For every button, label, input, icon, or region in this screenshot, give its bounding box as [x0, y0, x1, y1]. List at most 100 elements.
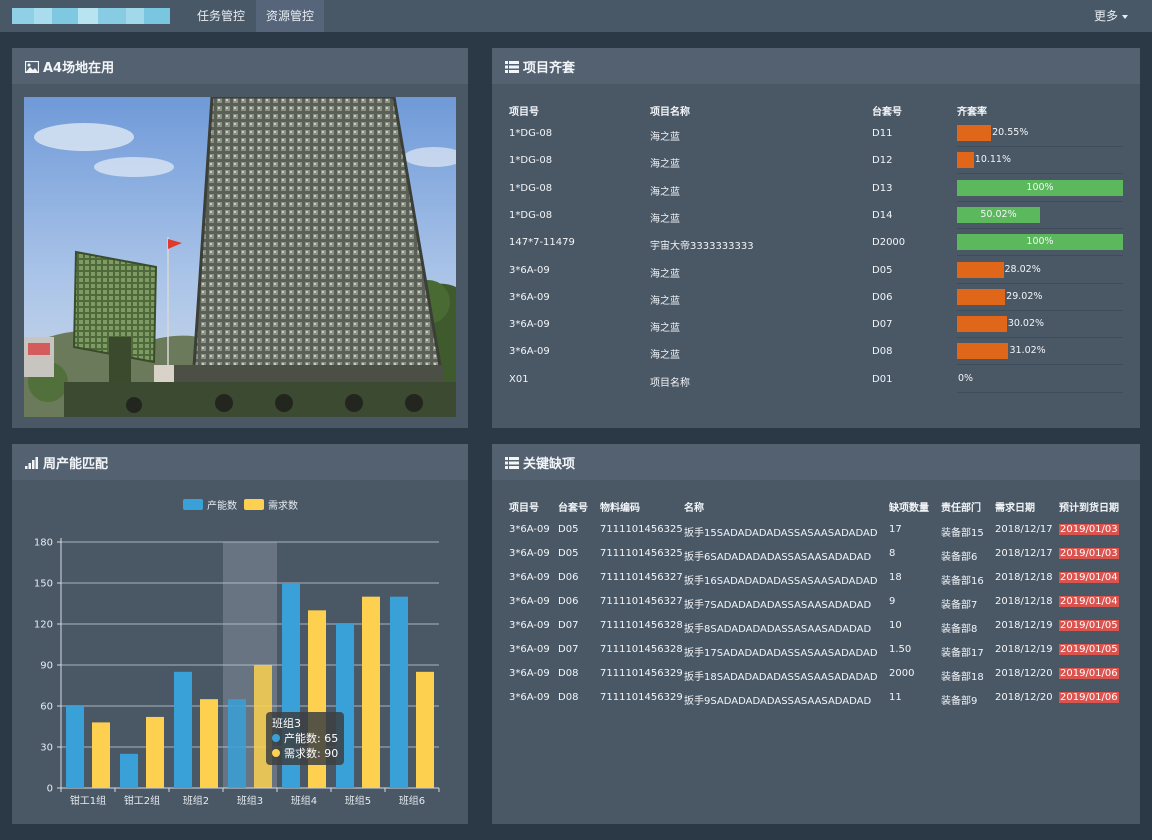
shortage-cell: 装备部17: [941, 648, 984, 659]
shortage-cell: 2018/12/17: [995, 548, 1053, 559]
kitting-rate-label: 100%: [1026, 236, 1054, 248]
shortage-cell: D07: [558, 644, 579, 655]
shortage-panel: 关键缺项 项目号 台套号 物料编码 名称 缺项数量 责任部门 需求日期 预计到货日期 3*6A-…: [492, 444, 1140, 824]
shortage-cell: 10: [889, 620, 902, 631]
shortage-cell: D08: [558, 692, 579, 703]
shortage-cell: 9: [889, 596, 896, 607]
shortage-cell: 装备部18: [941, 672, 984, 683]
picture-icon: [25, 60, 39, 73]
bar-capacity: [228, 699, 246, 788]
kitting-cell: D07: [872, 319, 893, 331]
kitting-cell: 海之蓝: [650, 268, 680, 280]
shortage-cell: D08: [558, 668, 579, 679]
bar-capacity: [66, 706, 84, 788]
kitting-rate-bar: [957, 316, 1007, 333]
kitting-cell: 3*6A-09: [509, 319, 550, 331]
shortage-header-cell: 缺项数量: [889, 503, 929, 514]
shortage-cell: 3*6A-09: [509, 596, 550, 607]
shortage-cell: 装备部16: [941, 576, 984, 587]
bar-capacity: [390, 596, 408, 788]
kitting-row-divider: [957, 173, 1123, 175]
shortage-cell: 2019/01/05: [1059, 620, 1119, 631]
shortage-cell: 2018/12/20: [995, 692, 1053, 703]
shortage-cell: 11: [889, 692, 902, 703]
kitting-cell: 3*6A-09: [509, 346, 550, 358]
kitting-cell: 1*DG-08: [509, 128, 553, 139]
site-panel-title: A4场地在用: [43, 61, 115, 76]
shortage-cell: 7111101456329: [600, 692, 683, 703]
tab-resource-control[interactable]: 资源管控: [256, 0, 324, 32]
shortage-cell: 2018/12/18: [995, 596, 1053, 607]
site-panel-header: A4场地在用: [12, 48, 468, 84]
kitting-rate-bar: [957, 261, 1004, 278]
capacity-panel-title: 周产能匹配: [43, 457, 109, 472]
kitting-row-divider: [957, 200, 1123, 202]
kitting-rate-bar: [957, 343, 1009, 360]
tab-task-control[interactable]: 任务管控: [188, 0, 254, 32]
shortage-cell: 装备部6: [941, 552, 978, 563]
kitting-row-divider: [957, 255, 1123, 257]
shortage-cell: D07: [558, 620, 579, 631]
kitting-rate-label: 20.55%: [992, 127, 1029, 138]
tooltip-title: 班组3: [272, 717, 301, 730]
shortage-cell: 3*6A-09: [509, 668, 550, 679]
shortage-cell: 扳手18SADADADADASSASAASADADAD: [684, 672, 878, 683]
chart-tooltip: 班组3 产能数: 65 需求数: 90: [266, 712, 345, 765]
shortage-cell: 3*6A-09: [509, 644, 550, 655]
shortage-cell: 2019/01/04: [1059, 596, 1119, 607]
kitting-cell: 海之蓝: [650, 350, 680, 362]
y-tick-label: 30: [40, 743, 53, 754]
shortage-cell: 7111101456325: [600, 524, 683, 535]
more-menu-button[interactable]: 更多: [1094, 0, 1128, 32]
kitting-rate-label: 10.11%: [974, 154, 1012, 166]
shortage-cell: 3*6A-09: [509, 620, 550, 631]
shortage-cell: 3*6A-09: [509, 692, 550, 703]
shortage-cell: 1.50: [889, 644, 912, 655]
shortage-cell: 7111101456329: [600, 668, 683, 679]
shortage-cell: 扳手8SADADADADASSASAASADADAD: [684, 624, 872, 635]
y-tick-label: 60: [40, 702, 53, 713]
y-tick-label: 180: [34, 538, 53, 549]
kitting-rate-label: 31.02%: [1009, 345, 1046, 357]
tooltip-dot-capacity: [272, 734, 280, 742]
shortage-cell: 3*6A-09: [509, 572, 550, 583]
tooltip-line-capacity: 产能数: 65: [284, 732, 339, 745]
kitting-row-divider: [957, 146, 1123, 147]
shortage-cell: 7111101456327: [600, 596, 683, 607]
bar-demand: [416, 671, 434, 788]
shortage-table: 项目号 台套号 物料编码 名称 缺项数量 责任部门 需求日期 预计到货日期 3*6A-09 D05…: [492, 444, 1140, 824]
caret-down-icon: [1122, 14, 1128, 19]
expected-date-badge: 2019/01/04: [1059, 572, 1119, 583]
shortage-cell: 扳手15SADADADADASSASAASADADAD: [684, 528, 878, 539]
kitting-cell: 1*DG-08: [509, 209, 553, 221]
kitting-cell: 147*7-11479: [509, 237, 575, 249]
shortage-cell: 扳手16SADADADADASSASAASADADAD: [684, 576, 878, 587]
site-panel: A4场地在用: [12, 48, 468, 428]
shortage-cell: 18: [889, 572, 902, 583]
shortage-cell: 2019/01/05: [1059, 644, 1119, 655]
x-tick-label: 班组2: [183, 794, 209, 807]
kitting-cell: 宇宙大帝3333333333: [650, 241, 754, 253]
app-logo[interactable]: [12, 8, 170, 24]
kitting-header-cell: 项目名称: [650, 107, 690, 118]
kitting-rate-label: 30.02%: [1007, 318, 1045, 330]
expected-date-badge: 2019/01/06: [1059, 668, 1119, 679]
shortage-cell: 7111101456327: [600, 572, 683, 583]
shortage-cell: D06: [558, 572, 579, 583]
kitting-rate-bar: [957, 288, 1006, 305]
kitting-rate-label: 50.02%: [980, 208, 1017, 220]
shortage-cell: 3*6A-09: [509, 548, 550, 559]
shortage-cell: 17: [889, 524, 902, 535]
kitting-rate-label: 100%: [1026, 181, 1054, 193]
shortage-cell: 2019/01/06: [1059, 692, 1119, 703]
shortage-cell: 2018/12/17: [995, 524, 1053, 535]
signal-bars-icon: [25, 456, 38, 469]
x-tick-label: 钳工1组: [70, 794, 106, 807]
kitting-cell: D05: [872, 264, 893, 276]
shortage-cell: D05: [558, 524, 579, 535]
shortage-cell: 7111101456328: [600, 644, 683, 655]
bar-demand: [362, 596, 380, 788]
kitting-cell: D06: [872, 291, 893, 303]
y-tick-label: 150: [34, 579, 53, 590]
kitting-row-divider: [957, 282, 1123, 284]
